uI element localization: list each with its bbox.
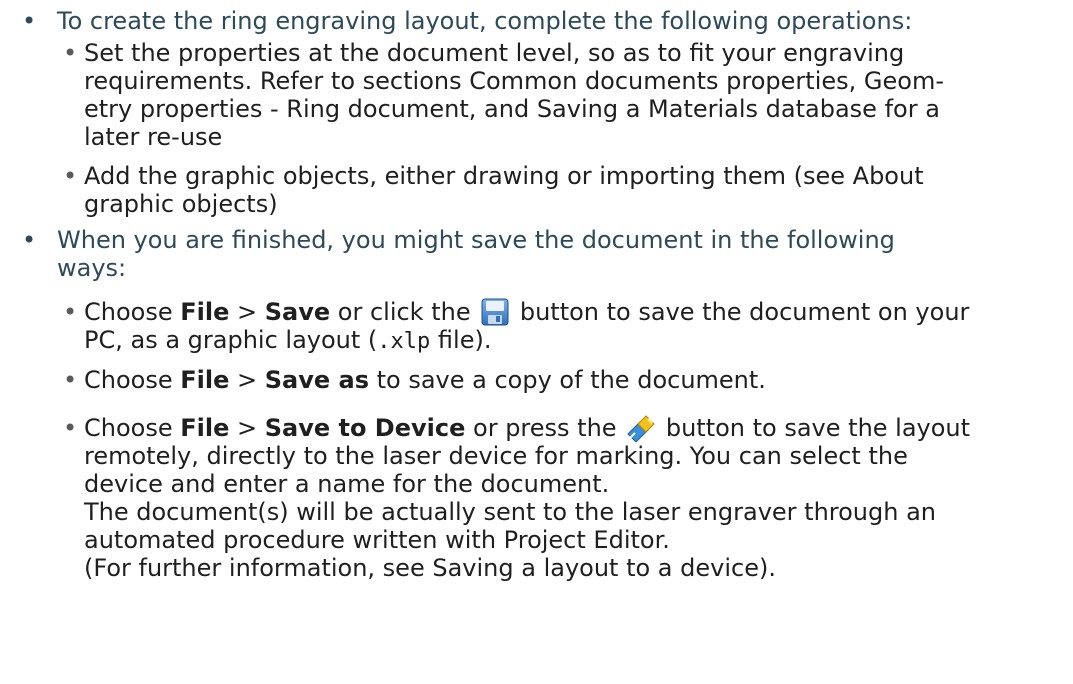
sub-list-item: • Choose File > Save as to save a copy o… xyxy=(0,366,1073,394)
menu-save-as: Save as xyxy=(264,366,369,394)
sub-item-line: automated procedure written with Project… xyxy=(84,526,670,554)
menu-file: File xyxy=(180,298,230,326)
sub-bullet: • xyxy=(63,366,78,394)
sub-item-line: Choose File > Save as to save a copy of … xyxy=(84,366,766,394)
item-line: When you are finished, you might save th… xyxy=(57,226,895,254)
sub-item-line: PC, as a graphic layout (.xlp file). xyxy=(84,326,492,354)
sub-item-line: graphic objects) xyxy=(84,190,278,218)
sub-item-line: (For further information, see Saving a l… xyxy=(84,554,776,582)
sub-bullet: • xyxy=(63,414,78,442)
bullet: • xyxy=(22,226,37,254)
menu-save-to-device: Save to Device xyxy=(264,414,466,442)
list-item: • To create the ring engraving layout, c… xyxy=(0,7,1073,35)
save-to-device-icon xyxy=(626,414,656,443)
menu-file: File xyxy=(180,366,230,394)
item-text: To create the ring engraving layout, com… xyxy=(57,7,913,35)
sub-bullet: • xyxy=(63,298,78,326)
bullet: • xyxy=(22,7,37,35)
list-item: • When you are finished, you might save … xyxy=(0,226,1073,282)
sub-item-line: The document(s) will be actually sent to… xyxy=(84,498,936,526)
sub-item-line: Add the graphic objects, either drawing … xyxy=(84,162,924,190)
document-body: • To create the ring engraving layout, c… xyxy=(0,0,1073,582)
menu-file: File xyxy=(180,414,230,442)
sub-list-item: • Add the graphic objects, either drawin… xyxy=(0,162,1073,218)
sub-item-line: Set the properties at the document level… xyxy=(84,39,905,67)
floppy-disk-icon xyxy=(480,298,510,326)
sub-item-line: Choose File > Save to Device or press th… xyxy=(84,414,971,443)
sub-item-line: device and enter a name for the document… xyxy=(84,470,610,498)
sub-list-item: • Choose File > Save to Device or press … xyxy=(0,414,1073,582)
sub-item-line: etry properties - Ring document, and Sav… xyxy=(84,95,940,123)
sub-item-line: Choose File > Save or click the button t… xyxy=(84,298,970,326)
sub-item-line: requirements. Refer to sections Common d… xyxy=(84,67,944,95)
sub-bullet: • xyxy=(63,39,78,67)
sub-list-item: • Set the properties at the document lev… xyxy=(0,39,1073,151)
sub-item-line: later re-use xyxy=(84,123,223,151)
sub-bullet: • xyxy=(63,162,78,190)
file-extension: .xlp xyxy=(377,329,431,354)
sub-list-item: • Choose File > Save or click the button… xyxy=(0,298,1073,356)
item-line: ways: xyxy=(57,254,127,282)
sub-item-line: remotely, directly to the laser device f… xyxy=(84,442,908,470)
menu-save: Save xyxy=(264,298,331,326)
